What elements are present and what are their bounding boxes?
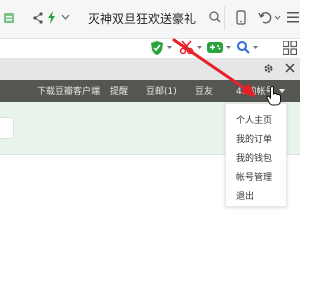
hand-cursor-icon — [266, 86, 281, 106]
red-annotation-arrow — [172, 38, 256, 97]
